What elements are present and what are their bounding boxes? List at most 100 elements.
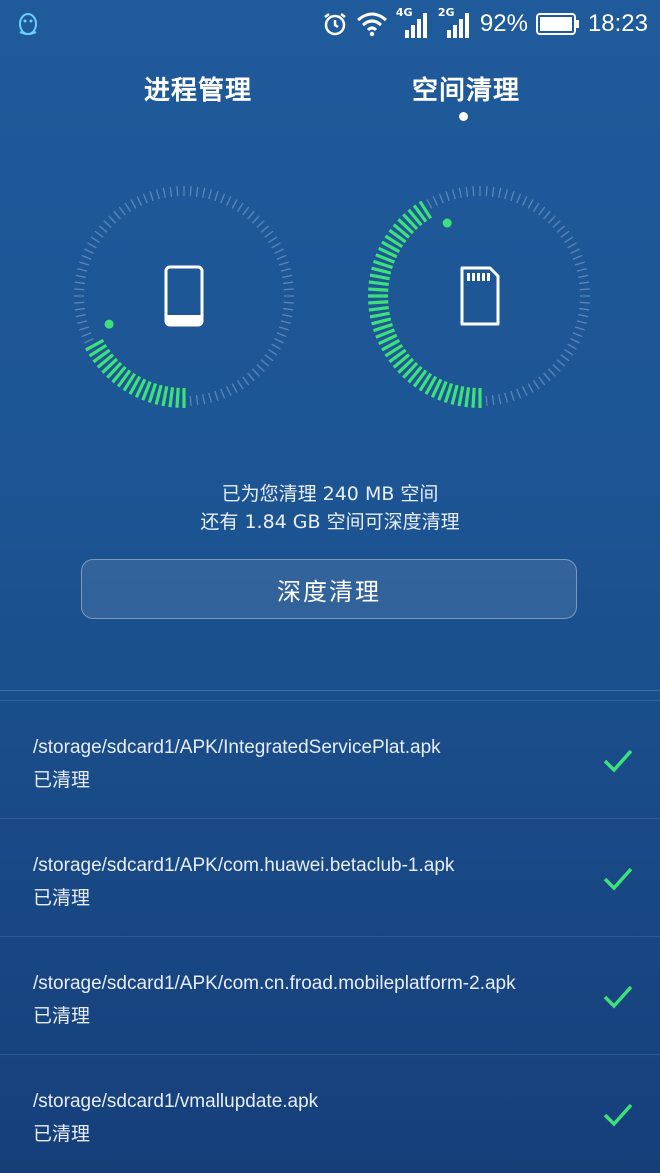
tab-process-management[interactable]: 进程管理: [144, 70, 252, 107]
gauge-tick: [231, 199, 238, 209]
storage-gauge-ring: [368, 186, 590, 408]
gauge-tick: [202, 187, 206, 198]
gauge-tick: [283, 288, 294, 291]
gauge-tick: [77, 320, 88, 325]
battery-percent: 92%: [479, 10, 528, 37]
memory-gauge: [68, 180, 300, 412]
gauge-tick: [538, 376, 546, 386]
gauge-tick: [169, 186, 173, 197]
gauge-tick: [220, 193, 226, 204]
gauge-tick: [572, 332, 583, 338]
gauge-tick: [278, 326, 289, 331]
gauge-tick: [79, 326, 90, 331]
gauge-tick-active: [471, 387, 476, 408]
gauge-tick-active: [372, 259, 393, 270]
gauge-tick: [543, 210, 551, 220]
gauge-tick: [113, 210, 121, 220]
phone-icon: [164, 265, 204, 327]
gauge-tick-active: [168, 387, 175, 408]
list-item[interactable]: /storage/sdcard1/APK/com.huawei.betaclub…: [0, 818, 660, 936]
gauge-tick: [274, 248, 284, 255]
gauge-tick: [108, 215, 117, 224]
gauge-tick: [124, 202, 132, 212]
sdcard-icon: [460, 266, 500, 326]
gauge-tick: [504, 189, 509, 200]
gauge-tick: [278, 261, 289, 266]
gauge-tick: [202, 394, 206, 405]
gauge-tick: [247, 372, 255, 382]
gauge-tick: [578, 274, 589, 278]
file-status: 已清理: [33, 769, 91, 791]
gauge-tick: [231, 383, 238, 393]
gauge-tick: [280, 267, 291, 272]
list-item[interactable]: /storage/sdcard1/vmallupdate.apk 已清理: [0, 1054, 660, 1172]
gauge-tick-active: [464, 387, 471, 408]
gauge-tick-active: [443, 383, 454, 404]
alarm-icon: [324, 13, 346, 36]
storage-gauge: [364, 180, 596, 412]
gauge-tick: [426, 199, 433, 209]
wifi-icon: [356, 12, 387, 37]
tab-space-cleanup[interactable]: 空间清理: [412, 70, 520, 107]
gauge-tick: [77, 267, 88, 272]
tab-bar: 进程管理 空间清理: [0, 70, 660, 130]
gauge-tick: [236, 380, 244, 390]
gauge-tick: [491, 186, 495, 197]
gauge-tick: [214, 390, 219, 401]
gauge-tick: [74, 301, 85, 304]
gauge-tick: [579, 301, 590, 304]
file-status: 已清理: [33, 887, 91, 909]
gauge-tick-active: [368, 280, 389, 287]
gauge-tick: [521, 386, 528, 396]
gauge-tick: [552, 363, 561, 372]
gauge-tick: [485, 395, 488, 406]
gauge-tick: [268, 236, 278, 244]
gauge-tick: [81, 332, 92, 338]
gauge-tick: [260, 359, 270, 367]
cleaned-file-list: /storage/sdcard1/APK/IntegratedServicePl…: [0, 700, 660, 1172]
gauge-tick: [527, 199, 534, 209]
gauge-tick: [103, 220, 112, 229]
gauge-tick-active: [368, 287, 389, 292]
gauge-tick: [516, 193, 522, 204]
check-icon: [603, 867, 633, 891]
gauge-tick: [256, 220, 265, 229]
deep-clean-button[interactable]: 深度清理: [81, 559, 577, 619]
gauge-tick: [283, 307, 294, 311]
gauge-tick: [532, 380, 540, 390]
list-item[interactable]: /storage/sdcard1/APK/com.cn.froad.mobile…: [0, 936, 660, 1054]
file-path: /storage/sdcard1/APK/IntegratedServicePl…: [33, 737, 441, 758]
gauge-tick: [510, 390, 515, 401]
gauge-tick: [556, 359, 566, 367]
gauge-tick: [465, 186, 469, 197]
active-tab-indicator: [459, 112, 468, 121]
qq-penguin-icon: [19, 13, 37, 35]
gauge-tick: [271, 343, 281, 350]
gauge-tick: [574, 326, 585, 331]
gauge-tick: [84, 337, 94, 344]
gauge-tick-active: [457, 386, 465, 407]
status-bar: 4G 2G 92% 18:23: [0, 0, 660, 48]
gauge-tick: [527, 383, 534, 393]
gauge-tick: [576, 320, 587, 325]
gauge-tick: [579, 281, 590, 285]
gauge-tick: [282, 314, 293, 318]
gauge-tick: [189, 186, 192, 197]
clock: 18:23: [587, 10, 648, 37]
gauge-tick: [432, 196, 439, 206]
file-path: /storage/sdcard1/APK/com.cn.froad.mobile…: [33, 973, 516, 994]
list-item[interactable]: /storage/sdcard1/APK/IntegratedServicePl…: [0, 700, 660, 818]
gauge-tick: [504, 392, 509, 403]
gauge-tick: [472, 186, 475, 197]
gauge-tick: [521, 196, 528, 206]
gauge-tick: [225, 386, 232, 396]
file-status: 已清理: [33, 1123, 91, 1145]
gauge-progress-dot: [442, 218, 452, 228]
gauge-tick: [264, 354, 274, 362]
gauge-tick: [74, 307, 85, 311]
divider: [0, 690, 660, 691]
gauge-tick: [81, 254, 92, 260]
gauge-tick: [560, 354, 570, 362]
signal-2g-icon: 2G: [438, 6, 472, 40]
gauge-tick: [564, 236, 574, 244]
